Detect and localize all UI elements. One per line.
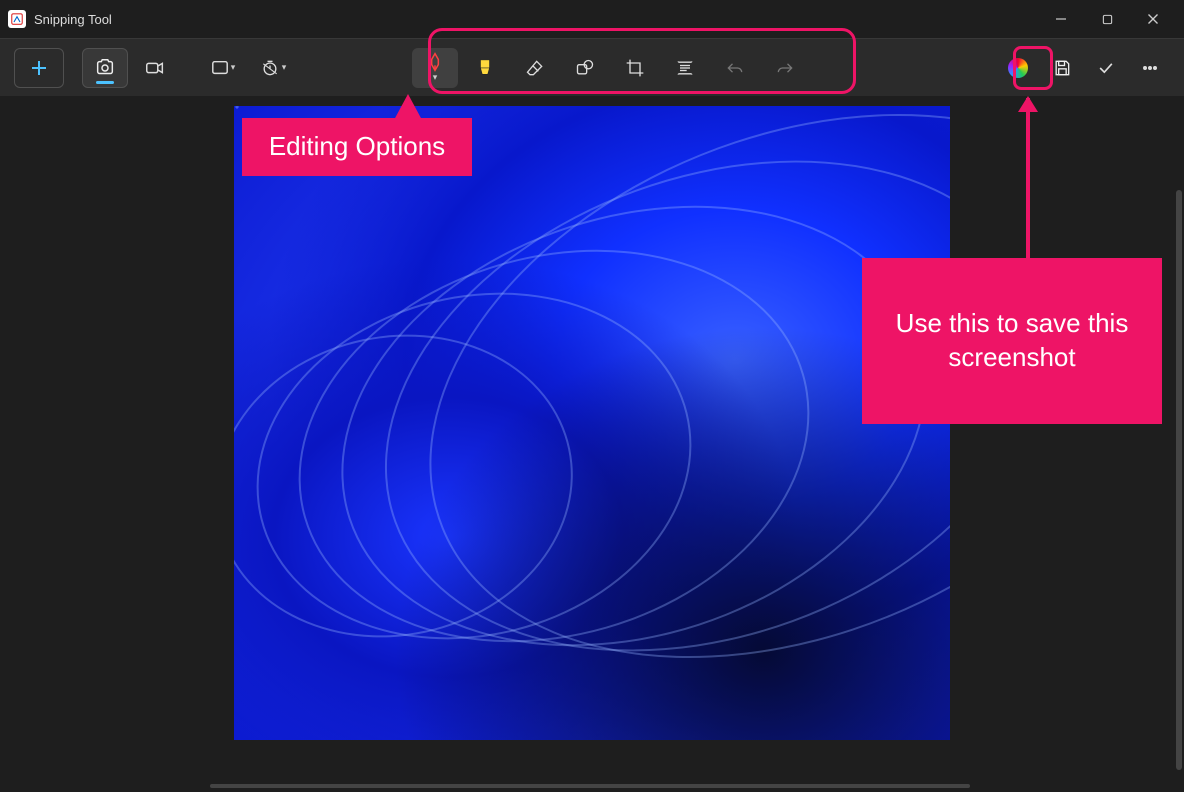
captured-screenshot[interactable] [234, 106, 950, 740]
annotation-arrow-save [1026, 98, 1030, 258]
titlebar: Snipping Tool [0, 0, 1184, 38]
minimize-button[interactable] [1038, 4, 1084, 34]
toolbar: ▾ ▾ ▾ [0, 38, 1184, 96]
redo-button[interactable] [762, 48, 808, 88]
highlighter-tool-button[interactable] [462, 48, 508, 88]
undo-button[interactable] [712, 48, 758, 88]
horizontal-scrollbar[interactable] [210, 784, 970, 788]
video-mode-button[interactable] [132, 48, 178, 88]
vertical-scrollbar[interactable] [1176, 190, 1182, 770]
chevron-down-icon: ▾ [433, 72, 438, 83]
apply-button[interactable] [1086, 50, 1126, 86]
snip-shape-dropdown[interactable]: ▾ [200, 48, 246, 88]
close-button[interactable] [1130, 4, 1176, 34]
crop-tool-button[interactable] [612, 48, 658, 88]
app-icon [8, 10, 26, 28]
eraser-tool-button[interactable] [512, 48, 558, 88]
screenshot-mode-button[interactable] [82, 48, 128, 88]
chevron-down-icon: ▾ [282, 62, 287, 73]
shapes-tool-button[interactable] [562, 48, 608, 88]
maximize-button[interactable] [1084, 4, 1130, 34]
annotation-editing-options: Editing Options [242, 118, 472, 176]
new-snip-button[interactable] [14, 48, 64, 88]
text-actions-button[interactable] [662, 48, 708, 88]
palette-icon [1008, 58, 1028, 78]
pen-tool-button[interactable]: ▾ [412, 48, 458, 88]
chevron-down-icon: ▾ [231, 62, 236, 73]
save-button[interactable] [1042, 50, 1082, 86]
annotation-text: Use this to save this screenshot [878, 307, 1146, 375]
more-menu-button[interactable] [1130, 50, 1170, 86]
window-title: Snipping Tool [34, 12, 112, 27]
delay-dropdown[interactable]: ▾ [250, 48, 296, 88]
annotation-text: Editing Options [269, 130, 445, 164]
canvas-area [0, 96, 1184, 792]
annotation-save-hint: Use this to save this screenshot [862, 258, 1162, 424]
color-picker-button[interactable] [998, 50, 1038, 86]
